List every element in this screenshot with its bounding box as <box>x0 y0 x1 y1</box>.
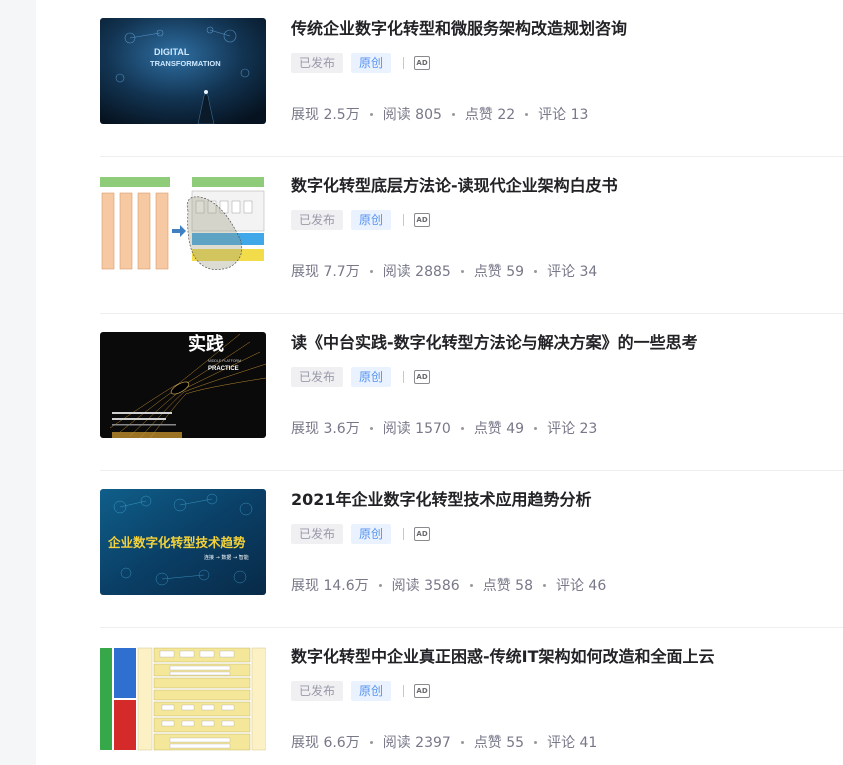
stat-reads: 阅读 805 <box>382 107 442 123</box>
type-badge-original: 原创 <box>351 367 392 387</box>
stat-likes: 点赞 22 <box>464 107 516 123</box>
ad-icon[interactable]: AD <box>414 213 431 227</box>
thumb-text-trend-sub: 连接 → 数据 → 智能 <box>204 554 249 561</box>
stat-views: 展现 7.7万 <box>291 264 360 280</box>
tag-divider <box>403 685 405 697</box>
status-badge-published: 已发布 <box>291 53 344 73</box>
status-badge-published: 已发布 <box>291 210 344 230</box>
stat-views: 展现 3.6万 <box>291 421 360 437</box>
article-stats: 展现 6.6万 阅读 2397 点赞 55 评论 41 <box>291 732 597 752</box>
architecture-diagram-image <box>100 175 266 281</box>
stat-reads: 阅读 2885 <box>382 264 451 280</box>
stat-likes: 点赞 59 <box>473 264 525 280</box>
stat-reads: 阅读 2397 <box>382 735 451 751</box>
digital-transformation-image: DIGITAL TRANSFORMATION <box>100 18 266 124</box>
stat-separator <box>534 426 538 430</box>
article-list-page: DIGITAL TRANSFORMATION 传统企业数字化转型和微服务架构改造… <box>0 0 843 765</box>
thumb-text-practice-cn: 实践 <box>188 333 224 355</box>
stat-comments: 评论 41 <box>547 735 598 751</box>
type-badge-original: 原创 <box>351 210 392 230</box>
stat-separator <box>534 740 538 744</box>
article-tags: 已发布 原创 AD <box>291 524 431 544</box>
stat-comments: 评论 23 <box>547 421 598 437</box>
status-badge-published: 已发布 <box>291 367 344 387</box>
stat-separator <box>460 269 464 273</box>
article-tags: 已发布 原创 AD <box>291 681 431 701</box>
ad-icon[interactable]: AD <box>414 370 431 384</box>
stat-separator <box>460 426 464 430</box>
stat-separator <box>542 583 546 587</box>
article-thumbnail[interactable]: 实践 MIDDLE PLATFORM PRACTICE <box>100 332 266 438</box>
stat-views: 展现 14.6万 <box>291 578 369 594</box>
stat-separator <box>460 740 464 744</box>
stat-separator <box>369 269 373 273</box>
tag-divider <box>403 214 405 226</box>
article-item[interactable]: 企业数字化转型技术趋势 连接 → 数据 → 智能 2021年企业数字化转型技术应… <box>100 471 843 628</box>
stat-comments: 评论 13 <box>538 107 589 123</box>
tech-trend-image: 企业数字化转型技术趋势 连接 → 数据 → 智能 <box>100 489 266 595</box>
status-badge-published: 已发布 <box>291 524 344 544</box>
stat-separator <box>369 112 373 116</box>
article-stats: 展现 14.6万 阅读 3586 点赞 58 评论 46 <box>291 575 606 595</box>
thumb-text-middle-platform: MIDDLE PLATFORM <box>208 359 241 363</box>
thumb-text-practice-en: PRACTICE <box>208 366 239 372</box>
tag-divider <box>403 57 405 69</box>
article-thumbnail[interactable] <box>100 175 266 281</box>
stat-comments: 评论 34 <box>547 264 598 280</box>
ad-icon[interactable]: AD <box>414 527 431 541</box>
left-sidebar-gutter <box>0 0 36 765</box>
stat-views: 展现 2.5万 <box>291 107 360 123</box>
stat-separator <box>525 112 529 116</box>
article-title[interactable]: 读《中台实践-数字化转型方法论与解决方案》的一些思考 <box>291 331 836 355</box>
article-item[interactable]: 数字化转型中企业真正困惑-传统IT架构如何改造和全面上云 已发布 原创 AD 展… <box>100 628 843 765</box>
stat-reads: 阅读 3586 <box>391 578 460 594</box>
thumb-text-trend-title: 企业数字化转型技术趋势 <box>107 535 246 550</box>
thumb-text-digital: DIGITAL <box>154 47 190 57</box>
thumb-text-transformation: TRANSFORMATION <box>150 59 221 68</box>
article-stats: 展现 7.7万 阅读 2885 点赞 59 评论 34 <box>291 261 597 281</box>
article-list: DIGITAL TRANSFORMATION 传统企业数字化转型和微服务架构改造… <box>100 0 843 765</box>
stat-separator <box>451 112 455 116</box>
ad-icon[interactable]: AD <box>414 56 431 70</box>
article-tags: 已发布 原创 AD <box>291 367 431 387</box>
stat-separator <box>469 583 473 587</box>
article-thumbnail[interactable]: 企业数字化转型技术趋势 连接 → 数据 → 智能 <box>100 489 266 595</box>
stat-likes: 点赞 58 <box>482 578 533 594</box>
article-title[interactable]: 传统企业数字化转型和微服务架构改造规划咨询 <box>291 17 836 41</box>
article-stats: 展现 3.6万 阅读 1570 点赞 49 评论 23 <box>291 418 597 438</box>
stat-separator <box>369 426 373 430</box>
stat-likes: 点赞 55 <box>473 735 525 751</box>
article-item[interactable]: DIGITAL TRANSFORMATION 传统企业数字化转型和微服务架构改造… <box>100 0 843 157</box>
stat-views: 展现 6.6万 <box>291 735 360 751</box>
ad-icon[interactable]: AD <box>414 684 431 698</box>
stat-separator <box>534 269 538 273</box>
stat-separator <box>369 740 373 744</box>
article-item[interactable]: 数字化转型底层方法论-读现代企业架构白皮书 已发布 原创 AD 展现 7.7万 … <box>100 157 843 314</box>
article-tags: 已发布 原创 AD <box>291 210 431 230</box>
stat-comments: 评论 46 <box>555 578 607 594</box>
type-badge-original: 原创 <box>351 53 392 73</box>
stat-separator <box>378 583 382 587</box>
article-tags: 已发布 原创 AD <box>291 53 431 73</box>
it-architecture-diagram-image <box>100 646 266 752</box>
article-thumbnail[interactable] <box>100 646 266 752</box>
tag-divider <box>403 371 405 383</box>
article-thumbnail[interactable]: DIGITAL TRANSFORMATION <box>100 18 266 124</box>
tag-divider <box>403 528 405 540</box>
middle-platform-practice-image: 实践 MIDDLE PLATFORM PRACTICE <box>100 332 266 438</box>
article-title[interactable]: 数字化转型底层方法论-读现代企业架构白皮书 <box>291 174 836 198</box>
stat-reads: 阅读 1570 <box>382 421 451 437</box>
article-title[interactable]: 2021年企业数字化转型技术应用趋势分析 <box>291 488 836 512</box>
article-title[interactable]: 数字化转型中企业真正困惑-传统IT架构如何改造和全面上云 <box>291 645 836 669</box>
status-badge-published: 已发布 <box>291 681 344 701</box>
type-badge-original: 原创 <box>351 524 392 544</box>
article-item[interactable]: 实践 MIDDLE PLATFORM PRACTICE 读《中台实践-数字化转型… <box>100 314 843 471</box>
article-stats: 展现 2.5万 阅读 805 点赞 22 评论 13 <box>291 104 588 124</box>
type-badge-original: 原创 <box>351 681 392 701</box>
stat-likes: 点赞 49 <box>473 421 525 437</box>
